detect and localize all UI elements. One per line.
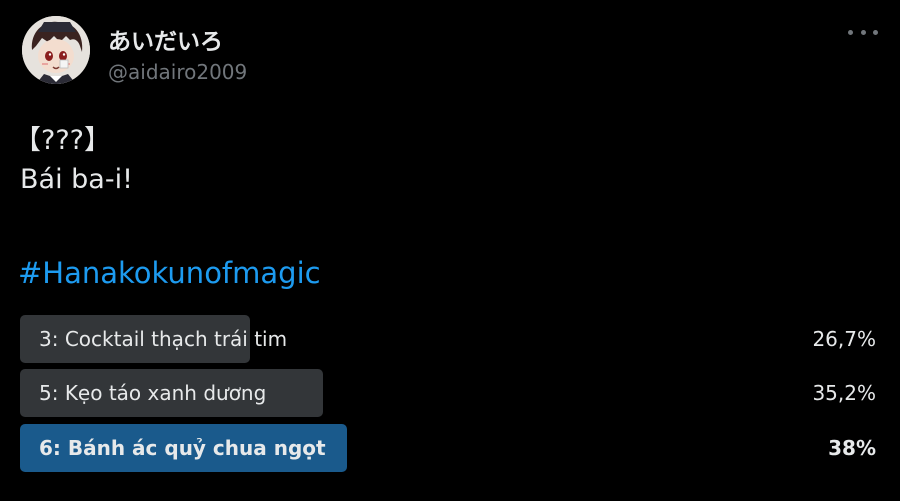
display-name[interactable]: あいだいろ xyxy=(108,22,223,56)
poll-option: 3: Cocktail thạch trái tim 26,7% xyxy=(20,315,880,363)
poll-option-label: 6: Bánh ác quỷ chua ngọt xyxy=(39,436,326,460)
more-dot xyxy=(873,29,878,35)
poll-option-label: 3: Cocktail thạch trái tim xyxy=(39,327,288,351)
poll: 3: Cocktail thạch trái tim 26,7% 5: Kẹo … xyxy=(20,315,880,475)
tweet-header: あいだいろ @aidairo2009 xyxy=(20,16,880,92)
poll-option: 5: Kẹo táo xanh dương 35,2% xyxy=(20,369,880,417)
poll-option: 6: Bánh ác quỷ chua ngọt 38% xyxy=(20,424,880,472)
user-handle[interactable]: @aidairo2009 xyxy=(108,60,247,84)
poll-option-percent: 26,7% xyxy=(812,327,876,351)
tweet-text-line: 【???】 xyxy=(14,125,111,156)
hashtag-link[interactable]: #Hanakokunofmagic xyxy=(18,256,321,290)
avatar-icon xyxy=(22,16,90,84)
avatar[interactable] xyxy=(22,16,90,84)
poll-option-label: 5: Kẹo táo xanh dương xyxy=(39,381,267,405)
poll-option-percent: 35,2% xyxy=(812,381,876,405)
tweet-text-line: Bái ba-i! xyxy=(20,164,133,195)
poll-option-percent: 38% xyxy=(828,436,876,460)
more-options-icon[interactable] xyxy=(848,20,878,44)
more-dot xyxy=(848,29,853,35)
more-dot xyxy=(860,29,866,35)
